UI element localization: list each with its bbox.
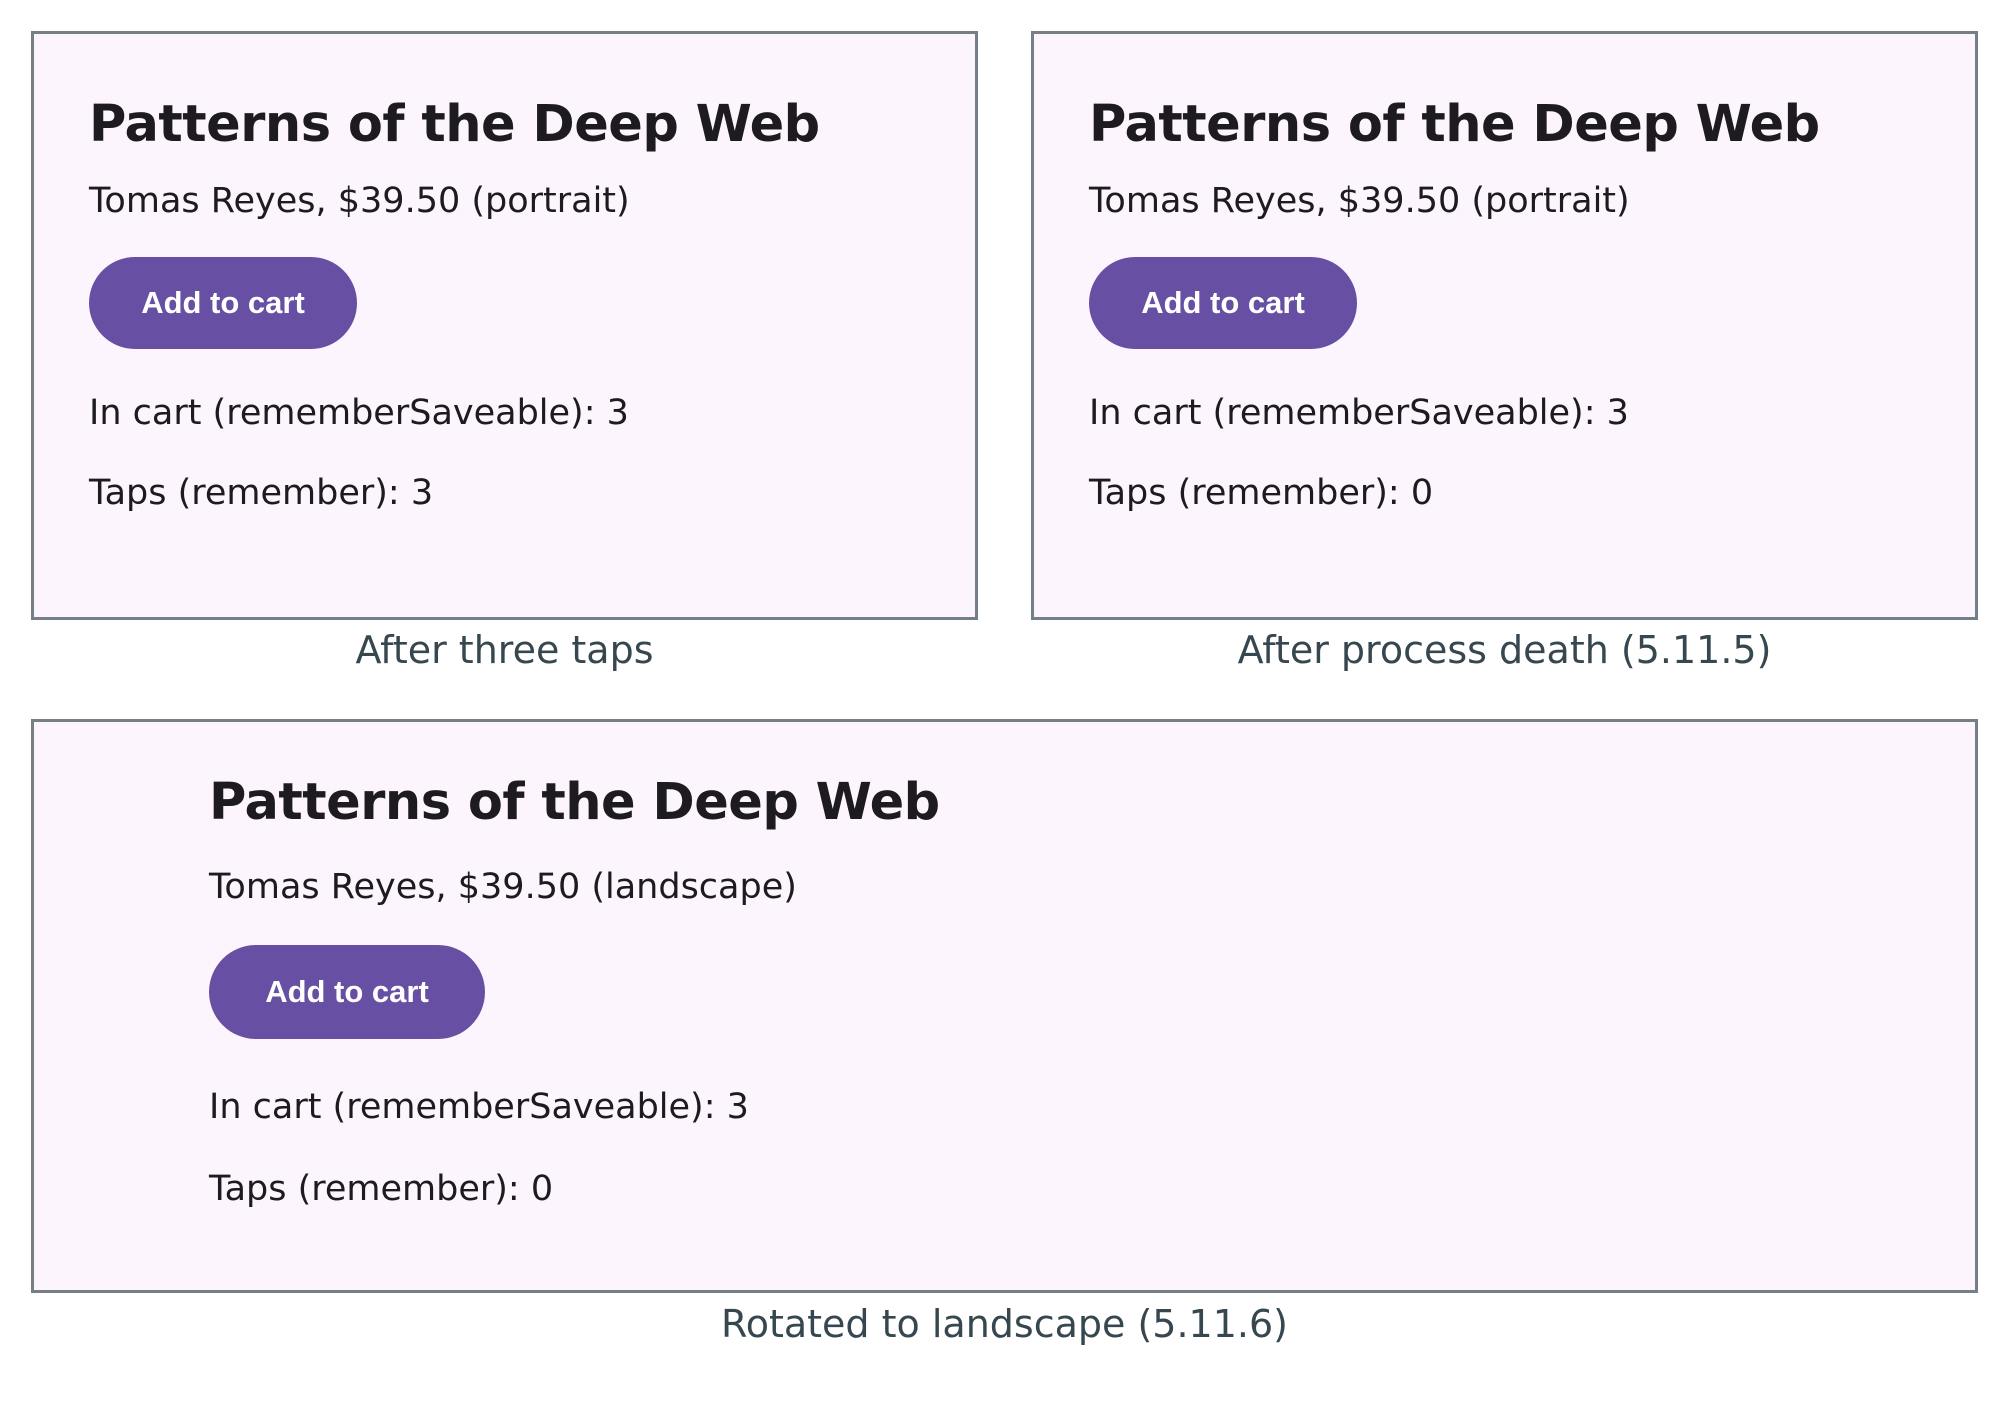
add-to-cart-button[interactable]: Add to cart — [209, 945, 485, 1040]
panel-caption: After process death (5.11.5) — [1237, 628, 1772, 672]
screen-content: Patterns of the Deep Web Tomas Reyes, $3… — [209, 772, 940, 1209]
author-price-line: Tomas Reyes, $39.50 (portrait) — [1089, 181, 1630, 222]
in-cart-count: In cart (rememberSaveable): 3 — [1089, 393, 1629, 434]
screenshot-panel-after-three-taps: Patterns of the Deep Web Tomas Reyes, $3… — [31, 31, 978, 620]
book-title: Patterns of the Deep Web — [209, 773, 940, 832]
screen-content: Patterns of the Deep Web Tomas Reyes, $3… — [1089, 94, 1820, 513]
author-price-line: Tomas Reyes, $39.50 (portrait) — [89, 181, 630, 222]
screen-content: Patterns of the Deep Web Tomas Reyes, $3… — [89, 94, 820, 513]
screenshot-panel-rotated-landscape: Patterns of the Deep Web Tomas Reyes, $3… — [31, 719, 1978, 1293]
add-to-cart-button[interactable]: Add to cart — [1089, 257, 1357, 350]
author-price-line: Tomas Reyes, $39.50 (landscape) — [209, 867, 797, 908]
panel-caption: Rotated to landscape (5.11.6) — [721, 1302, 1288, 1346]
taps-count: Taps (remember): 0 — [209, 1169, 554, 1210]
taps-count: Taps (remember): 0 — [1089, 473, 1434, 514]
in-cart-count: In cart (rememberSaveable): 3 — [209, 1087, 749, 1128]
add-to-cart-button[interactable]: Add to cart — [89, 257, 357, 350]
in-cart-count: In cart (rememberSaveable): 3 — [89, 393, 629, 434]
panel-caption: After three taps — [355, 628, 654, 672]
book-title: Patterns of the Deep Web — [89, 95, 820, 154]
screenshot-panel-after-process-death: Patterns of the Deep Web Tomas Reyes, $3… — [1031, 31, 1978, 620]
taps-count: Taps (remember): 3 — [89, 473, 434, 514]
book-title: Patterns of the Deep Web — [1089, 95, 1820, 154]
